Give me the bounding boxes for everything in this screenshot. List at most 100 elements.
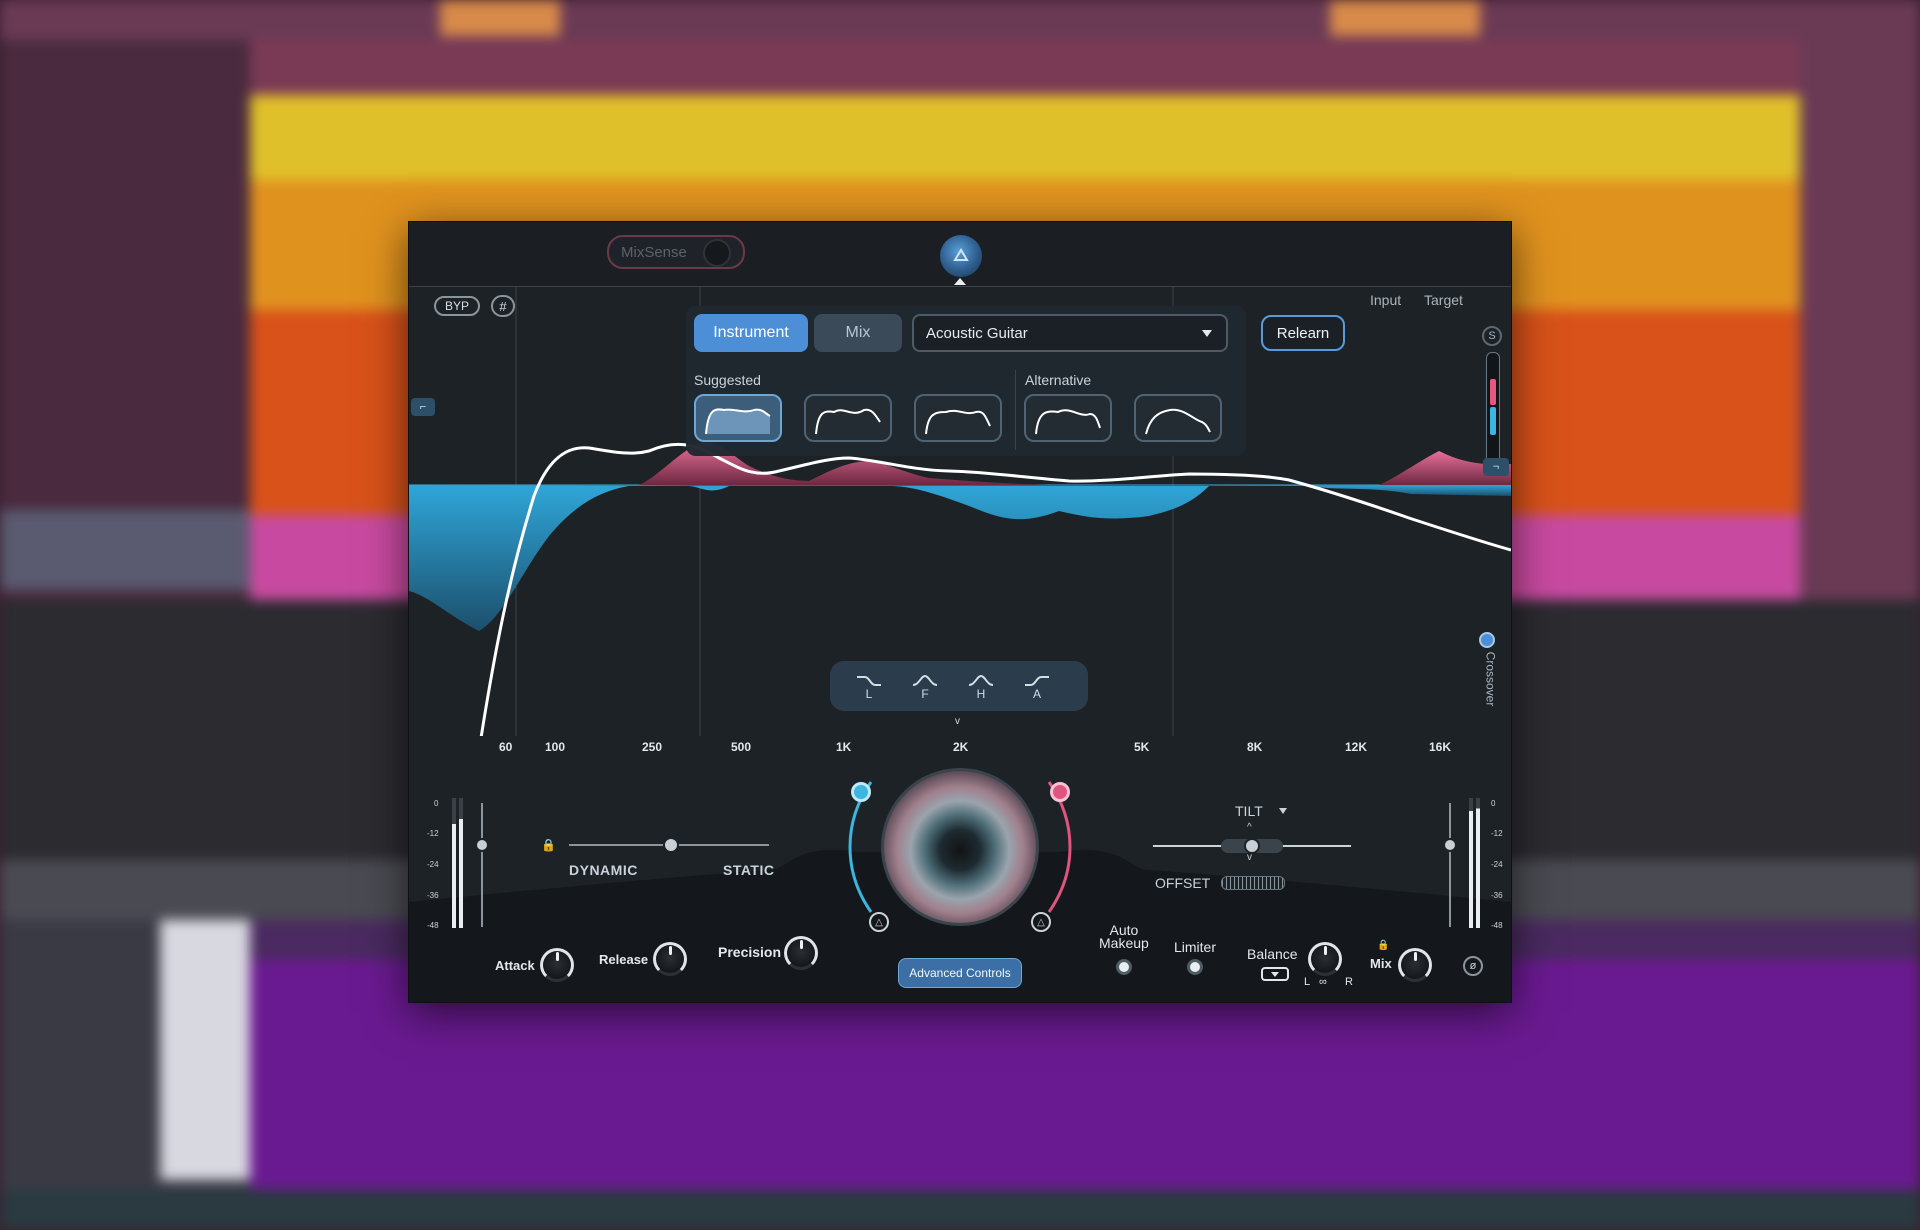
filter-high-shelf-button[interactable]: A [1015, 668, 1059, 706]
profile-thumb-3[interactable] [914, 394, 1002, 442]
plugin-window: MixSense BYP # Input Target S ⌐ ¬ Crosso… [408, 221, 1512, 1003]
release-knob[interactable] [653, 942, 687, 976]
output-gain-thumb[interactable] [1443, 838, 1457, 852]
filter-h-label: H [976, 687, 986, 701]
limiter-toggle[interactable] [1187, 959, 1203, 975]
mixsense-switch-knob [703, 239, 731, 267]
triangle-left-icon[interactable]: △ [869, 912, 889, 932]
static-label: STATIC [723, 862, 775, 878]
freq-label: 2K [953, 740, 969, 754]
filter-f-label: F [921, 687, 929, 701]
mix-lock-icon[interactable]: 🔒 [1377, 940, 1389, 951]
profile-thumb-1[interactable] [694, 394, 782, 442]
suggested-label: Suggested [694, 372, 761, 388]
freq-label: 16K [1429, 740, 1452, 754]
link-icon[interactable]: ∞ [1319, 976, 1327, 988]
chevron-up-icon: ^ [1247, 822, 1252, 833]
lock-icon[interactable]: 🔒 [541, 838, 556, 852]
attack-label: Attack [495, 958, 535, 973]
filter-low-label: L [865, 687, 873, 701]
offset-fader[interactable] [1221, 876, 1285, 890]
dynamic-label: DYNAMIC [569, 862, 638, 878]
mix-label: Mix [1370, 956, 1392, 971]
relearn-button[interactable]: Relearn [1261, 315, 1345, 351]
tilt-dropdown[interactable]: TILT [1235, 803, 1263, 819]
chevron-down-icon [1202, 330, 1212, 337]
input-gain-slider[interactable] [481, 803, 483, 927]
mixsense-toggle[interactable]: MixSense [607, 235, 745, 269]
freq-label: 100 [545, 740, 566, 754]
mix-knob[interactable] [1398, 948, 1432, 982]
crossover-handle[interactable] [1479, 632, 1495, 648]
output-meter-right [1476, 798, 1480, 928]
tab-instrument-label: Instrument [713, 324, 789, 341]
preset-dropdown[interactable]: Acoustic Guitar [912, 314, 1228, 352]
freq-label: 12K [1345, 740, 1368, 754]
meter-tick: 0 [1491, 799, 1496, 808]
preset-value: Acoustic Guitar [926, 324, 1028, 342]
precision-knob[interactable] [784, 936, 818, 970]
meter-tick: -36 [1491, 891, 1503, 900]
eq-amount-orb[interactable] [881, 768, 1039, 926]
freq-label: 250 [642, 740, 663, 754]
advanced-controls-button[interactable]: Advanced Controls [898, 958, 1022, 988]
meter-tick: -48 [1491, 921, 1503, 930]
freq-label: 500 [731, 740, 752, 754]
meter-tick: -36 [427, 891, 439, 900]
freq-label: 5K [1134, 740, 1150, 754]
meter-tick: -12 [1491, 829, 1503, 838]
meter-tick: -48 [427, 921, 439, 930]
alternative-label: Alternative [1025, 372, 1092, 388]
balance-l-label: L [1304, 976, 1311, 988]
profile-thumb-4[interactable] [1024, 394, 1112, 442]
input-gain-thumb[interactable] [475, 838, 489, 852]
tab-mix[interactable]: Mix [814, 314, 902, 352]
meter-tick: -24 [1491, 860, 1503, 869]
output-meter-left [1469, 798, 1473, 928]
phase-invert-icon[interactable]: ø [1463, 956, 1483, 976]
filter-low-shelf-button[interactable]: L [847, 668, 891, 706]
relearn-label: Relearn [1276, 324, 1330, 342]
chevron-down-icon [1271, 971, 1279, 977]
profile-thumb-2[interactable] [804, 394, 892, 442]
chevron-up-icon[interactable] [954, 278, 966, 285]
freq-label: 1K [836, 740, 852, 754]
crossover-label: Crossover [1483, 651, 1498, 707]
meter-tick: -12 [427, 829, 439, 838]
balance-r-label: R [1345, 976, 1353, 988]
triangle-right-icon[interactable]: △ [1031, 912, 1051, 932]
chevron-down-icon: v [1247, 852, 1252, 863]
advanced-controls-label: Advanced Controls [909, 966, 1011, 980]
filter-a-label: A [1032, 687, 1041, 701]
dynamic-static-thumb[interactable] [663, 837, 679, 853]
panel-divider [1015, 370, 1016, 450]
filter-bell-button[interactable]: F [903, 668, 947, 706]
tab-mix-label: Mix [845, 324, 871, 341]
chevron-down-icon[interactable] [1279, 808, 1287, 814]
limiter-label: Limiter [1174, 939, 1217, 955]
cyan-node-handle[interactable] [851, 782, 871, 802]
offset-label: OFFSET [1155, 875, 1211, 891]
input-meter-right [459, 798, 463, 928]
freq-label: 8K [1247, 740, 1263, 754]
precision-label: Precision [718, 944, 782, 960]
output-gain-slider[interactable] [1449, 803, 1451, 927]
filter-high-bell-button[interactable]: H [959, 668, 1003, 706]
profile-thumb-5[interactable] [1134, 394, 1222, 442]
freq-label: 60 [499, 740, 513, 754]
logo-icon[interactable] [940, 235, 982, 277]
auto-makeup-toggle[interactable] [1116, 959, 1132, 975]
attack-knob[interactable] [540, 948, 574, 982]
tab-instrument[interactable]: Instrument [694, 314, 808, 352]
balance-mode-dropdown[interactable] [1261, 967, 1289, 981]
meter-tick: -24 [427, 860, 439, 869]
release-label: Release [599, 952, 649, 967]
high-cut-handle[interactable]: ¬ [1483, 458, 1509, 476]
low-cut-handle[interactable]: ⌐ [411, 398, 435, 416]
chevron-down-small-icon[interactable]: v [955, 716, 960, 727]
auto-makeup-label: Auto Makeup [1099, 922, 1149, 951]
input-meter-left [452, 798, 456, 928]
pink-node-handle[interactable] [1050, 782, 1070, 802]
balance-knob[interactable] [1308, 942, 1342, 976]
meter-tick: 0 [434, 799, 439, 808]
